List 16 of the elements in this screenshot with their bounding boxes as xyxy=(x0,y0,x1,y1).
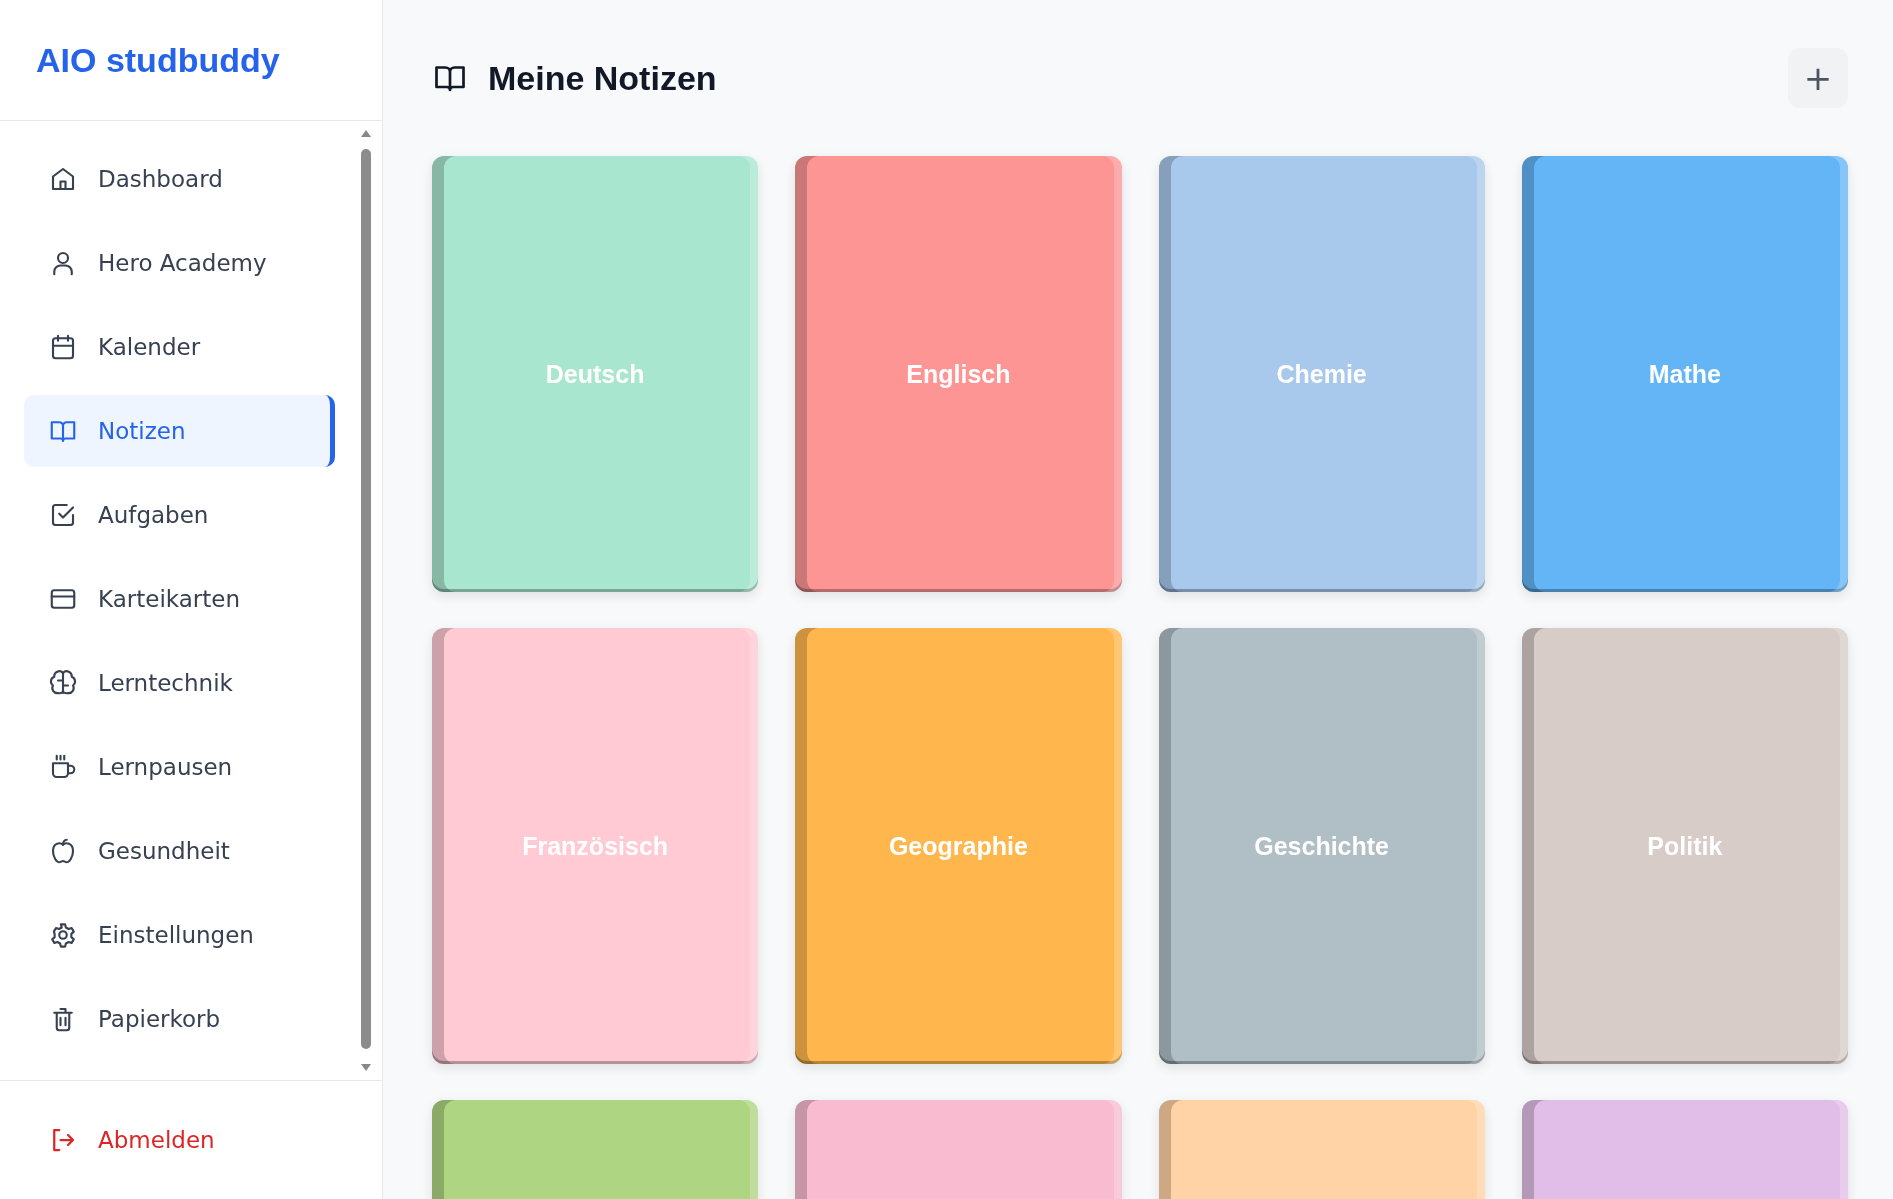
nav-item[interactable]: Kalender xyxy=(24,311,335,383)
nav-item[interactable]: Aufgaben xyxy=(24,479,335,551)
logout-button[interactable]: Abmelden xyxy=(48,1125,215,1155)
nav-item[interactable]: Hero Academy xyxy=(24,227,335,299)
settings-icon xyxy=(48,920,78,950)
app-logo: AIO studbuddy xyxy=(36,40,280,80)
nav-item[interactable]: Einstellungen xyxy=(24,899,335,971)
nav-item[interactable]: Dashboard xyxy=(24,143,335,215)
page-title: Meine Notizen xyxy=(488,58,717,98)
add-button[interactable]: + xyxy=(1788,48,1848,108)
nav-item[interactable]: Notizen xyxy=(24,395,335,467)
nav-item[interactable]: Karteikarten xyxy=(24,563,335,635)
nav-item[interactable]: Papierkorb xyxy=(24,983,335,1055)
nav-item[interactable]: Lerntechnik xyxy=(24,647,335,719)
nav-item[interactable]: Lernpausen xyxy=(24,731,335,803)
nav-item[interactable]: Gesundheit xyxy=(24,815,335,887)
